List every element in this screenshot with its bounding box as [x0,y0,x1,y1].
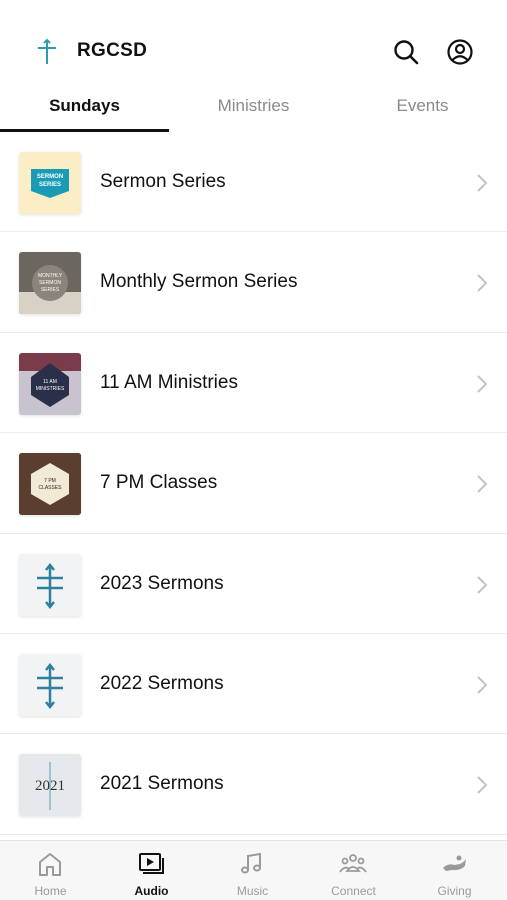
search-icon[interactable] [392,38,420,66]
home-icon [39,853,61,876]
app-header: RGCSD [0,0,507,80]
chevron-right-icon [477,274,488,293]
cross-logo-icon [38,38,56,64]
content-list: SERMON SERIES Sermon Series MONTHLY SERM… [0,132,507,840]
tab-bar: Sundays Ministries Events [0,80,507,132]
list-item-label: Monthly Sermon Series [100,271,298,293]
tab-ministries[interactable]: Ministries [169,96,338,116]
thumb-text-line3: SERIES [41,287,60,293]
thumb-text-line2: CLASSES [38,485,62,491]
chevron-right-icon [477,174,488,192]
chevron-right-icon [477,575,488,594]
nav-label: Audio [134,884,169,898]
list-item-label: 2022 Sermons [100,672,224,694]
chevron-right-icon [477,676,488,694]
thumb-text-line1: MONTHLY [38,273,63,279]
list-item-11am-ministries[interactable]: 11 AM MINISTRIES 11 AM Ministries [0,333,507,434]
nav-label: Giving [437,884,472,898]
list-item-label: Sermon Series [100,171,226,192]
thumbnail-7pm-classes: 7 PM CLASSES [19,453,81,516]
thumbnail-2023-sermons [19,553,81,616]
tab-sundays[interactable]: Sundays [0,96,169,116]
giving-hand-icon [443,855,466,871]
thumbnail-2021-sermons: 2021 [19,754,81,817]
thumbnail-2022-sermons [19,653,81,716]
chevron-right-icon [477,375,488,393]
music-note-icon [241,852,261,874]
list-item-7pm-classes[interactable]: 7 PM CLASSES 7 PM Classes [0,433,507,534]
app-title: RGCSD [77,40,148,61]
cross-arrows-icon [37,662,63,709]
list-item-label: 7 PM Classes [100,472,218,494]
nav-home[interactable]: Home [0,841,101,900]
thumb-text-line1: 11 AM [43,379,57,385]
cross-arrows-icon [37,562,63,609]
audio-play-icon [139,853,164,874]
nav-giving[interactable]: Giving [404,841,505,900]
thumb-text-line2: SERMON [39,280,61,286]
thumb-text-line1: SERMON [37,174,63,180]
thumbnail-monthly-sermon-series: MONTHLY SERMON SERIES [19,252,81,315]
list-item-label: 2023 Sermons [100,572,224,594]
thumb-text-line2: SERIES [39,182,61,188]
list-item-label: 11 AM Ministries [100,371,238,393]
nav-label: Home [34,884,67,898]
chevron-right-icon [477,475,488,493]
list-item-label: 2021 Sermons [100,773,224,795]
list-item-2023-sermons[interactable]: 2023 Sermons [0,534,507,634]
thumbnail-sermon-series: SERMON SERIES [19,152,81,214]
bottom-nav: Home Audio Music Connect Giving [0,840,507,900]
list-item-2021-sermons[interactable]: 2021 2021 Sermons [0,734,507,835]
list-item-2022-sermons[interactable]: 2022 Sermons [0,634,507,735]
chevron-right-icon [477,776,488,795]
thumb-text-line1: 7 PM [44,478,56,484]
tab-events[interactable]: Events [338,96,507,116]
nav-music[interactable]: Music [202,841,303,900]
account-icon[interactable] [446,38,474,66]
nav-audio[interactable]: Audio [101,841,202,900]
list-item-sermon-series[interactable]: SERMON SERIES Sermon Series [0,132,507,233]
nav-label: Music [236,884,269,898]
nav-label: Connect [331,884,376,898]
nav-connect[interactable]: Connect [303,841,404,900]
thumb-text-line2: MINISTRIES [36,386,65,392]
thumb-text-line1: 2021 [35,778,65,794]
list-item-monthly-sermon-series[interactable]: MONTHLY SERMON SERIES Monthly Sermon Ser… [0,232,507,333]
people-icon [339,854,367,873]
thumbnail-11am-ministries: 11 AM MINISTRIES [19,352,81,415]
